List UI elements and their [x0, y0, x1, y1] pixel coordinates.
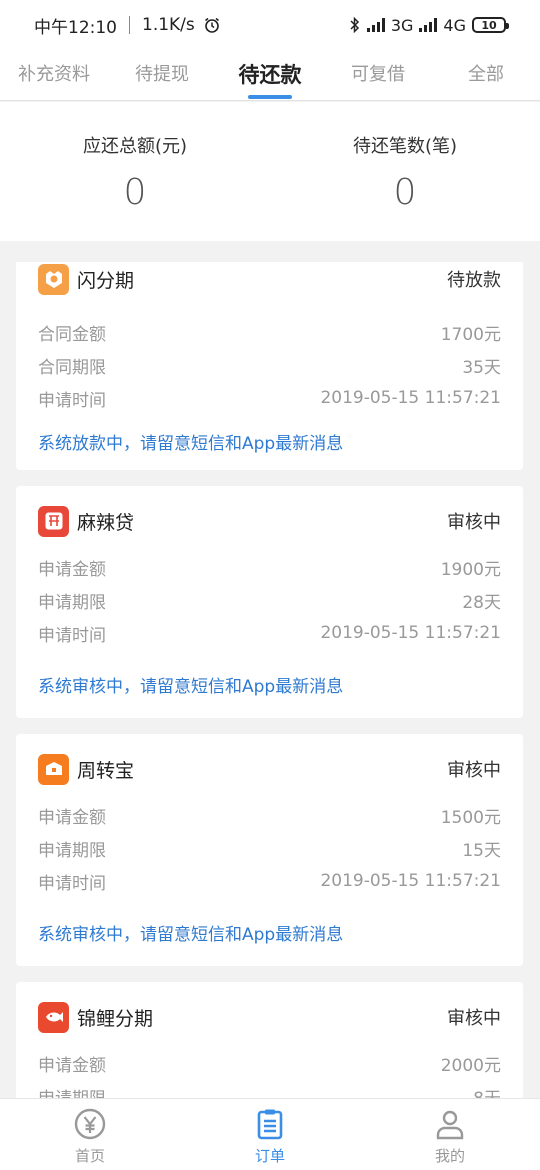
- order-card[interactable]: 锦鲤分期 审核中 申请金额 2000元 申请期限 8天: [16, 982, 523, 1098]
- bluetooth-icon: [350, 16, 359, 34]
- repay-summary: 应还总额(元) 0 待还笔数(笔) 0: [0, 102, 540, 241]
- row-value: 1700元: [440, 324, 501, 345]
- clipboard-list-icon: [257, 1109, 283, 1140]
- summary-total-label: 应还总额(元): [82, 136, 188, 157]
- row-label: 合同金额: [38, 324, 106, 345]
- person-icon: [436, 1110, 464, 1140]
- row-value: 1900元: [440, 559, 501, 580]
- card-status: 审核中: [447, 512, 501, 533]
- signal-3g-icon: [366, 18, 385, 32]
- shanfenqi-logo-icon: [38, 263, 69, 295]
- row-value: 15天: [462, 840, 501, 861]
- malaidai-logo-icon: [38, 505, 69, 537]
- nav-label: 首页: [74, 1147, 105, 1165]
- row-label: 申请期限: [38, 840, 106, 861]
- yuan-coin-icon: [74, 1108, 106, 1140]
- card-product-name: 闪分期: [77, 269, 135, 292]
- order-card[interactable]: 麻辣贷 审核中 申请金额 1900元 申请期限 28天 申请时间 2019-05…: [16, 486, 523, 718]
- network-4g: 4G: [443, 15, 466, 35]
- network-3g: 3G: [390, 15, 414, 35]
- status-bar: 中午12:10 1.1K/s 3G 4G 10: [0, 0, 540, 50]
- row-value: 2019-05-15 11:57:21: [320, 388, 501, 408]
- row-label: 申请金额: [38, 807, 106, 828]
- order-card[interactable]: 周转宝 审核中 申请金额 1500元 申请期限 15天 申请时间 2019-05…: [16, 734, 523, 966]
- status-speed: 1.1K/s: [142, 15, 195, 35]
- row-value: 1500元: [440, 807, 501, 828]
- card-row: 申请期限 15天: [38, 835, 501, 861]
- summary-total: 应还总额(元) 0: [0, 102, 270, 241]
- tab-pending-repay[interactable]: 待还款: [216, 50, 324, 100]
- card-status: 审核中: [447, 1008, 501, 1029]
- signal-4g-icon: [419, 18, 438, 32]
- jinlifenqi-logo-icon: [38, 1001, 69, 1033]
- card-row: 申请金额 1900元: [38, 554, 501, 580]
- card-row: 合同金额 1700元: [38, 319, 501, 345]
- nav-home[interactable]: 首页: [0, 1099, 180, 1170]
- row-label: 申请期限: [38, 1084, 106, 1099]
- tab-pending-withdraw[interactable]: 待提现: [108, 50, 216, 100]
- card-notice: 系统审核中，请留意短信和App最新消息: [38, 677, 344, 697]
- card-product-name: 麻辣贷: [77, 511, 135, 534]
- row-label: 合同期限: [38, 357, 106, 378]
- nav-orders[interactable]: 订单: [180, 1099, 360, 1170]
- row-value: 28天: [462, 592, 501, 613]
- card-status: 审核中: [447, 760, 501, 781]
- row-label: 申请金额: [38, 559, 106, 580]
- card-status: 待放款: [447, 270, 501, 291]
- battery-icon: 10: [472, 17, 509, 33]
- card-row: 申请金额 1500元: [38, 802, 501, 828]
- row-label: 申请时间: [38, 390, 106, 411]
- card-row: 申请金额 2000元: [38, 1050, 501, 1076]
- order-card[interactable]: 闪分期 待放款 合同金额 1700元 合同期限 35天 申请时间 2019-05…: [16, 262, 523, 470]
- card-row: 申请时间 2019-05-15 11:57:21: [38, 620, 501, 646]
- summary-count-label: 待还笔数(笔): [352, 136, 458, 157]
- summary-total-value: 0: [123, 172, 147, 213]
- row-value: 2000元: [440, 1055, 501, 1076]
- row-label: 申请时间: [38, 625, 106, 646]
- row-label: 申请期限: [38, 592, 106, 613]
- row-value: 2019-05-15 11:57:21: [320, 623, 501, 643]
- nav-label: 我的: [434, 1147, 465, 1165]
- row-value: 8天: [473, 1084, 501, 1099]
- card-row: 申请时间 2019-05-15 11:57:21: [38, 868, 501, 894]
- summary-count: 待还笔数(笔) 0: [270, 102, 540, 241]
- battery-level: 10: [481, 18, 497, 32]
- status-time: 中午12:10: [34, 17, 117, 38]
- row-label: 申请时间: [38, 873, 106, 894]
- alarm-icon: [204, 17, 219, 33]
- bottom-nav: 首页 订单 我的: [0, 1098, 540, 1170]
- order-tabs: 补充资料 待提现 待还款 可复借 全部: [0, 50, 540, 101]
- tab-supplement-info[interactable]: 补充资料: [0, 50, 108, 100]
- row-label: 申请金额: [38, 1055, 106, 1076]
- status-divider: [129, 16, 130, 34]
- nav-label: 订单: [254, 1147, 285, 1165]
- card-notice: 系统审核中，请留意短信和App最新消息: [38, 925, 344, 945]
- tab-reborrow[interactable]: 可复借: [324, 50, 432, 100]
- card-product-name: 周转宝: [77, 759, 135, 782]
- tab-all[interactable]: 全部: [432, 50, 540, 100]
- zhouzhuanbao-logo-icon: [38, 753, 69, 785]
- row-value: 2019-05-15 11:57:21: [320, 871, 501, 891]
- card-row: 合同期限 35天: [38, 352, 501, 378]
- card-product-name: 锦鲤分期: [77, 1007, 154, 1030]
- card-notice: 系统放款中，请留意短信和App最新消息: [38, 434, 344, 454]
- order-list[interactable]: 闪分期 待放款 合同金额 1700元 合同期限 35天 申请时间 2019-05…: [0, 262, 540, 1098]
- summary-count-value: 0: [393, 172, 417, 213]
- card-row: 申请期限 8天: [38, 1083, 501, 1099]
- row-value: 35天: [462, 357, 501, 378]
- nav-profile[interactable]: 我的: [360, 1099, 540, 1170]
- card-row: 申请时间 2019-05-15 11:57:21: [38, 385, 501, 411]
- card-row: 申请期限 28天: [38, 587, 501, 613]
